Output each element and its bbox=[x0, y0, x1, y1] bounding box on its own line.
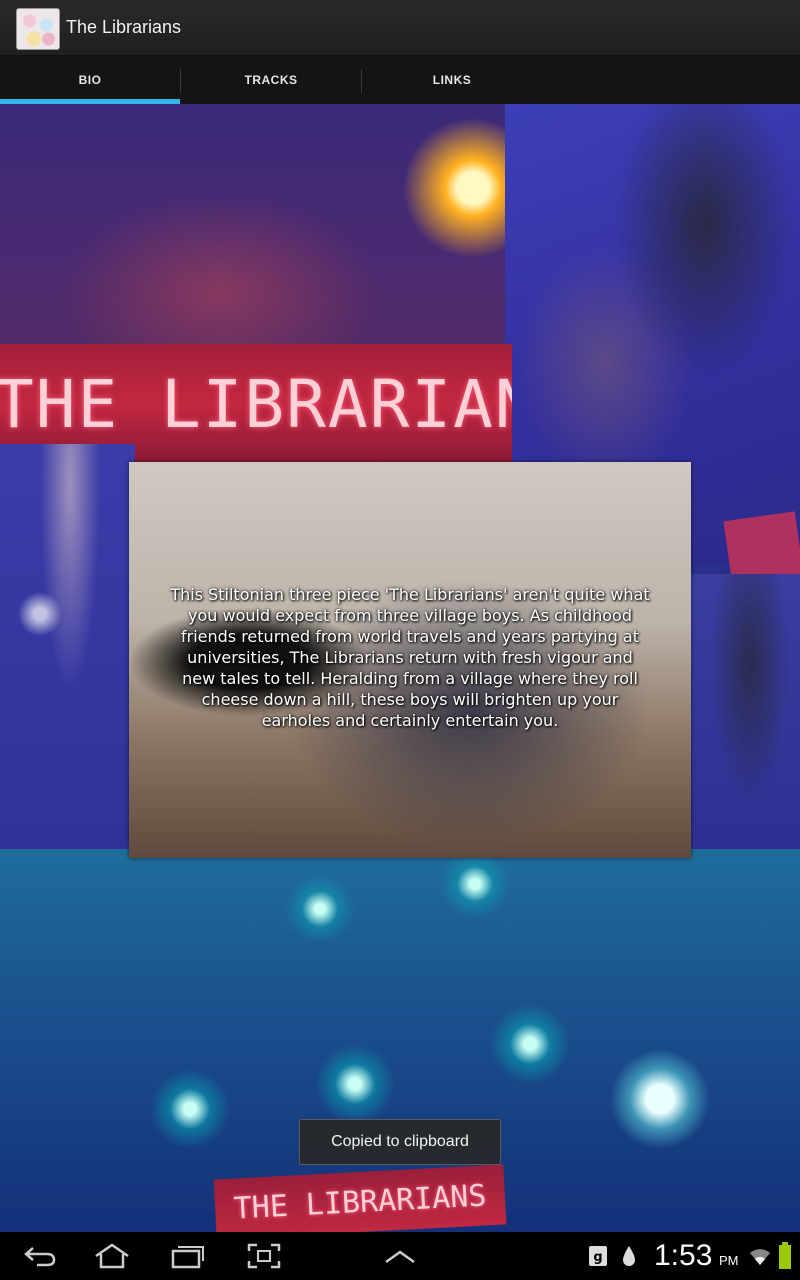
back-icon[interactable] bbox=[12, 1240, 68, 1272]
system-navigation-bar: g 1:53 PM bbox=[0, 1232, 800, 1280]
tab-tracks[interactable]: TRACKS bbox=[181, 56, 361, 104]
recent-apps-icon[interactable] bbox=[160, 1240, 216, 1272]
tab-links[interactable]: LINKS bbox=[362, 56, 542, 104]
home-icon[interactable] bbox=[84, 1240, 140, 1272]
bio-text[interactable]: This Stiltonian three piece 'The Librari… bbox=[169, 584, 651, 731]
menu-up-icon[interactable] bbox=[372, 1240, 428, 1272]
collage-side-photo bbox=[690, 574, 800, 874]
data-drop-icon bbox=[604, 1240, 654, 1272]
toast-message: Copied to clipboard bbox=[299, 1119, 501, 1165]
battery-icon bbox=[770, 1240, 800, 1272]
clock-time: 1:53 bbox=[654, 1239, 713, 1272]
bottom-banner-text: THE LIBRARIANS bbox=[232, 1177, 488, 1227]
tab-bio[interactable]: BIO bbox=[0, 56, 180, 104]
app-title: The Librarians bbox=[66, 17, 182, 37]
action-bar: The Librarians bbox=[0, 0, 800, 56]
tab-bar: BIO TRACKS LINKS bbox=[0, 56, 800, 104]
band-photo: This Stiltonian three piece 'The Librari… bbox=[129, 462, 691, 858]
banner-text: THE LIBRARIANS bbox=[0, 365, 512, 443]
screenshot-icon[interactable] bbox=[236, 1240, 292, 1272]
svg-text:g: g bbox=[593, 1250, 602, 1265]
album-art-icon[interactable] bbox=[16, 8, 60, 50]
clock-ampm: PM bbox=[719, 1253, 739, 1268]
